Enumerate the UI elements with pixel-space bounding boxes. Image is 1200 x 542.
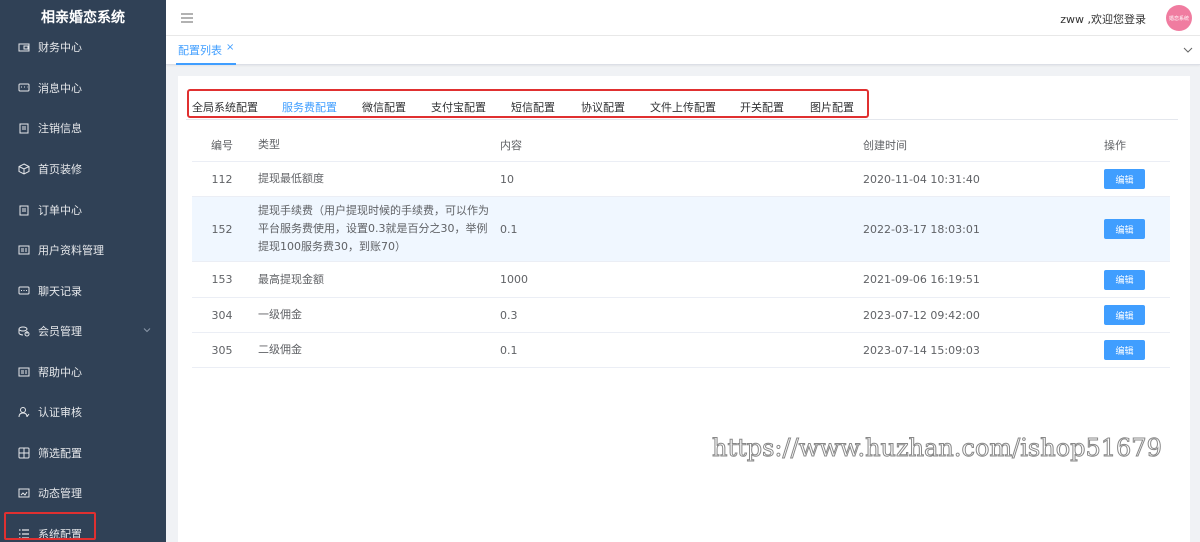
table-header: 编号 类型 内容 创建时间 操作 — [192, 128, 1170, 162]
chevron-down-icon[interactable] — [142, 325, 152, 335]
sidebar-item-label: 消息中心 — [38, 82, 82, 95]
cell-action: 编辑 — [1104, 298, 1164, 332]
sidebar-item-label: 帮助中心 — [38, 366, 82, 379]
cell-action: 编辑 — [1104, 197, 1164, 261]
idcard-icon — [18, 244, 30, 256]
sidebar-item-label: 聊天记录 — [38, 285, 82, 298]
cell-id: 152 — [211, 222, 233, 236]
cell-content: 1000 — [500, 273, 528, 286]
top-header: zww ,欢迎您登录 婚恋系统 — [166, 0, 1200, 36]
image-icon — [18, 487, 30, 499]
header-created: 创建时间 — [863, 138, 907, 152]
avatar[interactable]: 婚恋系统 — [1166, 5, 1192, 31]
cell-type: 二级佣金 — [258, 343, 302, 356]
cell-created: 2022-03-17 18:03:01 — [863, 222, 980, 236]
header-content: 内容 — [500, 138, 522, 152]
sidebar-item-label: 用户资料管理 — [38, 244, 104, 257]
cell-action: 编辑 — [1104, 162, 1164, 196]
edit-button[interactable]: 编辑 — [1104, 169, 1145, 189]
grid-icon — [18, 447, 30, 459]
cell-type: 提现手续费（用户提现时候的手续费，可以作为平台服务费使用，设置0.3就是百分之3… — [258, 204, 489, 253]
chat-icon — [18, 285, 30, 297]
cell-created: 2020-11-04 10:31:40 — [863, 172, 980, 186]
table-row: 112 提现最低额度 10 2020-11-04 10:31:40 编辑 — [192, 162, 1170, 197]
table-row: 153 最高提现金额 1000 2021-09-06 16:19:51 编辑 — [192, 262, 1170, 298]
table-row: 152 提现手续费（用户提现时候的手续费，可以作为平台服务费使用，设置0.3就是… — [192, 197, 1170, 262]
edit-button[interactable]: 编辑 — [1104, 340, 1145, 360]
cell-action: 编辑 — [1104, 262, 1164, 297]
tabs-bar: 配置列表 × — [166, 36, 1200, 65]
close-icon[interactable]: × — [226, 42, 234, 53]
header-id: 编号 — [211, 138, 233, 152]
cell-action: 编辑 — [1104, 333, 1164, 367]
cell-content: 10 — [500, 172, 514, 186]
table-row: 305 二级佣金 0.1 2023-07-14 15:09:03 编辑 — [192, 333, 1170, 368]
sidebar-item-members[interactable]: 会员管理 — [0, 311, 166, 351]
cell-created: 2021-09-06 16:19:51 — [863, 273, 980, 286]
annotation-highlight — [4, 512, 96, 540]
chevron-down-icon[interactable] — [1182, 44, 1194, 56]
message-icon — [18, 82, 30, 94]
sidebar-item-orders[interactable]: 订单中心 — [0, 190, 166, 230]
cell-id: 305 — [211, 343, 233, 357]
cell-content: 0.1 — [500, 222, 518, 236]
cell-id: 112 — [211, 172, 233, 186]
cell-type: 一级佣金 — [258, 308, 302, 321]
cell-type: 最高提现金额 — [258, 272, 324, 286]
header-type: 类型 — [258, 137, 280, 151]
cell-content: 0.1 — [500, 343, 518, 357]
clipboard-icon — [18, 122, 30, 134]
annotation-highlight — [187, 89, 869, 118]
sidebar-item-finance[interactable]: 财务中心 — [0, 27, 166, 67]
coins-icon — [18, 325, 30, 337]
sidebar-item-label: 会员管理 — [38, 325, 82, 338]
sidebar-item-chat-logs[interactable]: 聊天记录 — [0, 271, 166, 311]
sidebar-item-moments[interactable]: 动态管理 — [0, 473, 166, 513]
tab-config-list[interactable]: 配置列表 × — [176, 42, 237, 65]
sidebar-item-help[interactable]: 帮助中心 — [0, 352, 166, 392]
sidebar-item-deregistration[interactable]: 注销信息 — [0, 108, 166, 148]
sidebar: 相亲婚恋系统 财务中心 消息中心 注销信息 首页装修 订单中心 用户资料管理 聊… — [0, 0, 166, 542]
cube-icon — [18, 163, 30, 175]
cell-type: 提现最低额度 — [258, 172, 324, 185]
edit-button[interactable]: 编辑 — [1104, 219, 1145, 239]
header-action: 操作 — [1104, 138, 1126, 152]
config-table: 编号 类型 内容 创建时间 操作 112 提现最低额度 10 2020-11-0… — [192, 128, 1170, 368]
sidebar-item-user-profiles[interactable]: 用户资料管理 — [0, 230, 166, 270]
sidebar-item-label: 财务中心 — [38, 41, 82, 54]
sidebar-item-label: 订单中心 — [38, 204, 82, 217]
cell-id: 304 — [211, 308, 233, 322]
hamburger-icon[interactable] — [180, 11, 194, 25]
sidebar-item-verification[interactable]: 认证审核 — [0, 392, 166, 432]
sidebar-item-home-decoration[interactable]: 首页装修 — [0, 149, 166, 189]
cell-id: 153 — [211, 273, 233, 286]
clipboard-icon — [18, 204, 30, 216]
cell-created: 2023-07-14 15:09:03 — [863, 343, 980, 357]
idcard-icon — [18, 366, 30, 378]
sidebar-item-label: 注销信息 — [38, 122, 82, 135]
watermark-text: https://www.huzhan.com/ishop51679 — [712, 434, 1163, 463]
sidebar-item-filter-config[interactable]: 筛选配置 — [0, 433, 166, 473]
table-row: 304 一级佣金 0.3 2023-07-12 09:42:00 编辑 — [192, 298, 1170, 333]
user-icon — [18, 406, 30, 418]
sidebar-item-messages[interactable]: 消息中心 — [0, 68, 166, 108]
tab-label: 配置列表 — [178, 44, 222, 57]
sidebar-item-label: 筛选配置 — [38, 447, 82, 460]
edit-button[interactable]: 编辑 — [1104, 305, 1145, 325]
sidebar-item-label: 认证审核 — [38, 406, 82, 419]
cell-content: 0.3 — [500, 308, 518, 322]
edit-button[interactable]: 编辑 — [1104, 269, 1145, 290]
avatar-text: 婚恋系统 — [1168, 15, 1189, 22]
sidebar-item-label: 首页装修 — [38, 163, 82, 176]
welcome-text: zww ,欢迎您登录 — [1060, 13, 1146, 26]
wallet-icon — [18, 41, 30, 53]
sidebar-item-label: 动态管理 — [38, 487, 82, 500]
cell-created: 2023-07-12 09:42:00 — [863, 308, 980, 322]
